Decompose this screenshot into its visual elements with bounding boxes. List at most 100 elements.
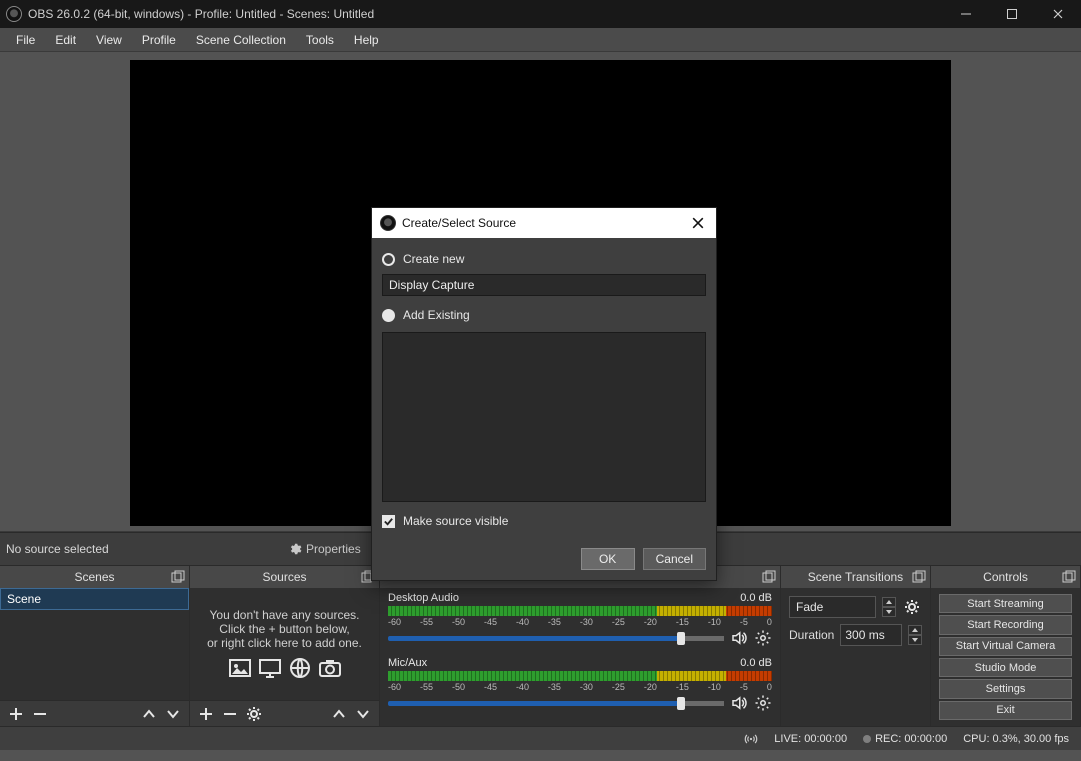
popout-icon[interactable] <box>762 570 776 584</box>
titlebar: OBS 26.0.2 (64-bit, windows) - Profile: … <box>0 0 1081 28</box>
create-new-radio[interactable]: Create new <box>382 246 706 272</box>
sources-hint-l3: or right click here to add one. <box>207 636 362 650</box>
controls-title: Controls <box>931 566 1080 588</box>
source-add-button[interactable] <box>196 704 216 724</box>
properties-label: Properties <box>306 542 361 556</box>
no-source-label: No source selected <box>4 542 280 556</box>
transitions-panel: Scene Transitions Fade Duration 300 ms <box>781 566 931 726</box>
audio-channel-mic: Mic/Aux 0.0 dB -60-55-50-45-40-35-30-25-… <box>388 657 772 712</box>
audio-ch0-slider[interactable] <box>388 636 724 641</box>
audio-ch1-slider[interactable] <box>388 701 724 706</box>
add-existing-radio[interactable]: Add Existing <box>382 302 706 328</box>
audio-ticks: -60-55-50-45-40-35-30-25-20-15-10-50 <box>388 617 772 627</box>
source-up-button[interactable] <box>329 704 349 724</box>
close-button[interactable] <box>1035 0 1081 28</box>
start-recording-button[interactable]: Start Recording <box>939 615 1072 634</box>
menu-view[interactable]: View <box>86 31 132 49</box>
properties-button[interactable]: Properties <box>280 540 369 558</box>
menu-help[interactable]: Help <box>344 31 389 49</box>
audio-ch1-db: 0.0 dB <box>740 657 772 669</box>
minimize-button[interactable] <box>943 0 989 28</box>
duration-label: Duration <box>789 628 834 642</box>
controls-title-label: Controls <box>983 570 1028 584</box>
audio-ch0-name: Desktop Audio <box>388 592 459 604</box>
controls-panel: Controls Start Streaming Start Recording… <box>931 566 1081 726</box>
source-settings-button[interactable] <box>244 704 264 724</box>
panels-row: Scenes Scene Sources You don't have any … <box>0 566 1081 726</box>
sources-title-label: Sources <box>262 570 306 584</box>
sources-title: Sources <box>190 566 379 588</box>
maximize-button[interactable] <box>989 0 1035 28</box>
scenes-list[interactable]: Scene <box>0 588 189 700</box>
audio-ch0-db: 0.0 dB <box>740 592 772 604</box>
globe-icon <box>288 656 312 680</box>
menu-edit[interactable]: Edit <box>45 31 86 49</box>
radio-icon-unselected <box>382 309 395 322</box>
obs-logo-icon <box>380 215 396 231</box>
popout-icon[interactable] <box>912 570 926 584</box>
scene-add-button[interactable] <box>6 704 26 724</box>
duration-value: 300 ms <box>845 628 884 642</box>
camera-icon <box>318 656 342 680</box>
start-streaming-button[interactable]: Start Streaming <box>939 594 1072 613</box>
transition-updown[interactable] <box>882 597 896 617</box>
ok-button[interactable]: OK <box>581 548 635 570</box>
studio-mode-button[interactable]: Studio Mode <box>939 658 1072 677</box>
source-name-value: Display Capture <box>389 278 474 292</box>
source-remove-button[interactable] <box>220 704 240 724</box>
menu-tools[interactable]: Tools <box>296 31 344 49</box>
scene-item[interactable]: Scene <box>0 588 189 610</box>
menubar: File Edit View Profile Scene Collection … <box>0 28 1081 52</box>
obs-logo-icon <box>6 6 22 22</box>
audio-ch0-meter <box>388 606 772 616</box>
gear-icon[interactable] <box>754 629 772 647</box>
source-down-button[interactable] <box>353 704 373 724</box>
scene-down-button[interactable] <box>163 704 183 724</box>
status-cpu: CPU: 0.3%, 30.00 fps <box>963 733 1069 745</box>
dialog-footer: OK Cancel <box>372 542 716 580</box>
duration-updown[interactable] <box>908 625 922 645</box>
settings-button[interactable]: Settings <box>939 679 1072 698</box>
transition-select[interactable]: Fade <box>789 596 876 618</box>
cancel-button[interactable]: Cancel <box>643 548 706 570</box>
scene-remove-button[interactable] <box>30 704 50 724</box>
dialog-titlebar: Create/Select Source <box>372 208 716 238</box>
duration-input[interactable]: 300 ms <box>840 624 902 646</box>
popout-icon[interactable] <box>1062 570 1076 584</box>
sources-panel: Sources You don't have any sources. Clic… <box>190 566 380 726</box>
dialog-title: Create/Select Source <box>402 216 516 230</box>
scene-up-button[interactable] <box>139 704 159 724</box>
audio-ch1-name: Mic/Aux <box>388 657 427 669</box>
menu-scene-collection[interactable]: Scene Collection <box>186 31 296 49</box>
add-existing-label: Add Existing <box>403 308 470 322</box>
audio-ch1-meter <box>388 671 772 681</box>
start-virtual-camera-button[interactable]: Start Virtual Camera <box>939 637 1072 656</box>
exit-button[interactable]: Exit <box>939 701 1072 720</box>
broadcast-icon <box>744 732 758 746</box>
gear-icon[interactable] <box>754 694 772 712</box>
controls-body: Start Streaming Start Recording Start Vi… <box>931 588 1080 726</box>
transitions-title: Scene Transitions <box>781 566 930 588</box>
scenes-title: Scenes <box>0 566 189 588</box>
sources-body[interactable]: You don't have any sources. Click the + … <box>190 588 379 700</box>
menu-file[interactable]: File <box>6 31 45 49</box>
sources-hint-l2: Click the + button below, <box>219 622 349 636</box>
existing-sources-list[interactable] <box>382 332 706 502</box>
make-visible-checkbox[interactable]: Make source visible <box>382 512 706 538</box>
transition-settings-button[interactable] <box>902 597 922 617</box>
create-new-label: Create new <box>403 252 464 266</box>
menu-profile[interactable]: Profile <box>132 31 186 49</box>
audio-body: Desktop Audio 0.0 dB -60-55-50-45-40-35-… <box>380 588 780 726</box>
monitor-icon <box>258 656 282 680</box>
popout-icon[interactable] <box>171 570 185 584</box>
checkbox-checked-icon <box>382 515 395 528</box>
record-dot-icon <box>863 735 871 743</box>
create-source-dialog: Create/Select Source Create new Display … <box>371 207 717 581</box>
dialog-close-button[interactable] <box>688 217 708 229</box>
dialog-body: Create new Display Capture Add Existing … <box>372 238 716 542</box>
audio-panel: Audio Mixer Desktop Audio 0.0 dB -60-55-… <box>380 566 781 726</box>
source-name-input[interactable]: Display Capture <box>382 274 706 296</box>
sources-hint-l1: You don't have any sources. <box>210 608 360 622</box>
speaker-icon[interactable] <box>730 694 748 712</box>
speaker-icon[interactable] <box>730 629 748 647</box>
